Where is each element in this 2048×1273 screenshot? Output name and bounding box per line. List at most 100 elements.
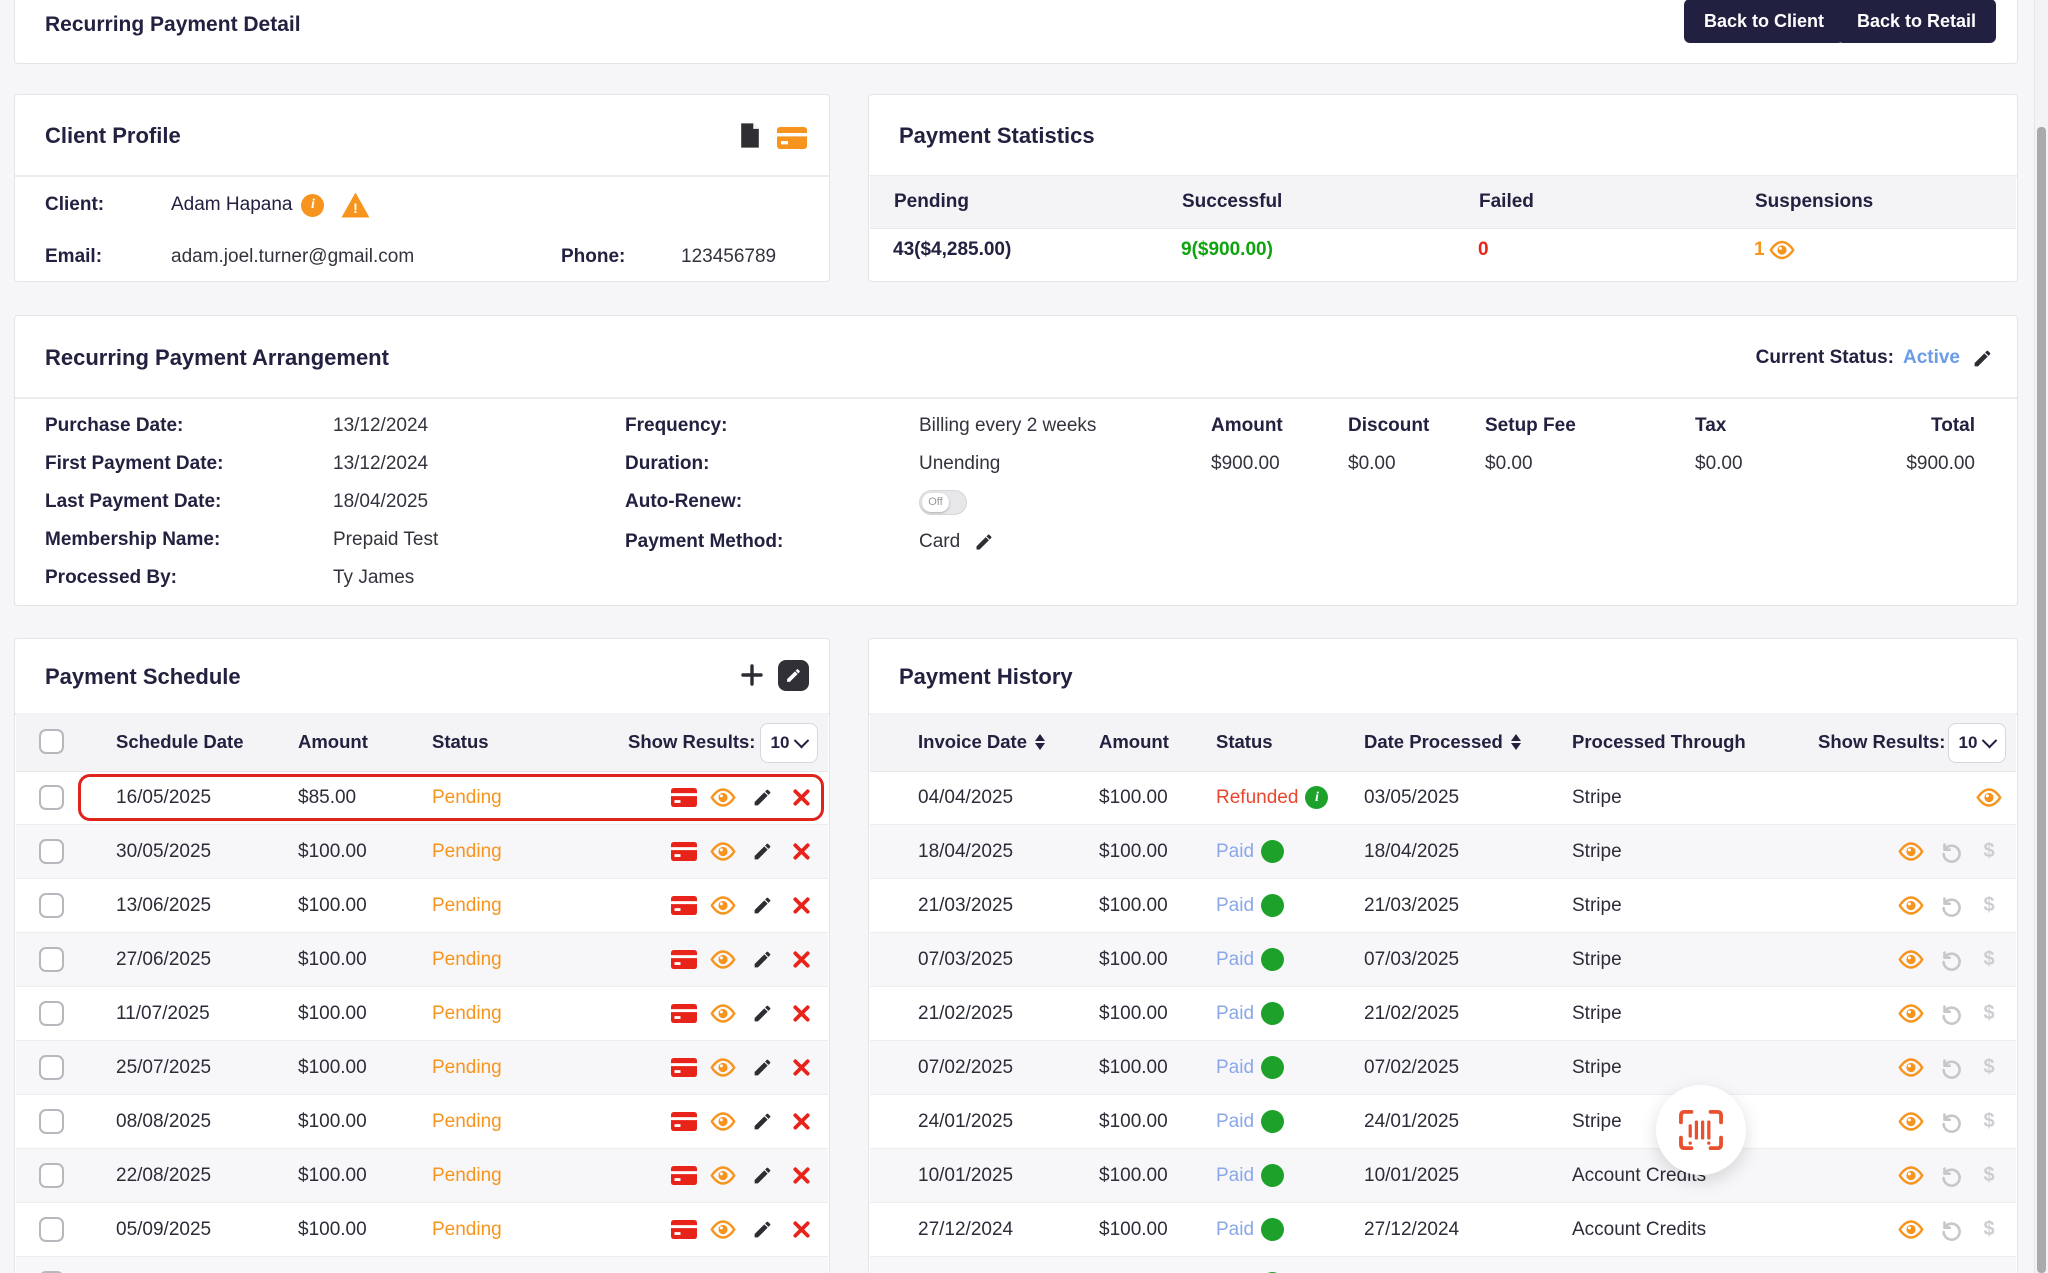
view-eye-icon[interactable] <box>1898 1001 1924 1027</box>
retry-refresh-icon[interactable] <box>1937 1055 1963 1081</box>
col-date-processed[interactable]: Date Processed <box>1364 713 1521 771</box>
charge-card-icon[interactable] <box>671 1163 697 1189</box>
charge-dollar-icon[interactable]: $ <box>1976 947 2002 973</box>
select-all-checkbox[interactable] <box>39 729 64 754</box>
bulk-edit-icon[interactable] <box>778 660 809 691</box>
client-name[interactable]: Adam Hapana <box>171 186 292 224</box>
view-eye-icon[interactable] <box>1898 947 1924 973</box>
retry-refresh-icon[interactable] <box>1937 1001 1963 1027</box>
page-scrollbar-track[interactable] <box>2034 0 2048 1273</box>
refund-info-icon[interactable] <box>1261 948 1285 971</box>
charge-card-icon[interactable] <box>671 1001 697 1027</box>
view-eye-icon[interactable] <box>1898 1217 1924 1243</box>
row-checkbox[interactable] <box>39 947 64 972</box>
sort-date-processed-icon[interactable] <box>1510 734 1521 750</box>
view-eye-icon[interactable] <box>1898 1163 1924 1189</box>
page-scrollbar-thumb[interactable] <box>2037 127 2046 1273</box>
view-eye-icon[interactable] <box>1898 1055 1924 1081</box>
sort-invoice-date-icon[interactable] <box>1035 734 1045 750</box>
view-eye-icon[interactable] <box>710 1217 736 1243</box>
charge-dollar-icon[interactable]: $ <box>1976 839 2002 865</box>
row-checkbox[interactable] <box>39 1001 64 1026</box>
view-eye-icon[interactable] <box>710 1163 736 1189</box>
edit-pencil-icon[interactable] <box>749 785 775 811</box>
charge-dollar-icon[interactable]: $ <box>1976 1217 2002 1243</box>
delete-x-icon[interactable] <box>788 1055 814 1081</box>
client-warning-icon[interactable]: ! <box>341 192 370 218</box>
delete-x-icon[interactable] <box>788 1217 814 1243</box>
refund-info-icon[interactable] <box>1261 1218 1285 1241</box>
refund-info-icon[interactable] <box>1261 1056 1285 1079</box>
show-results-select[interactable]: 10 <box>760 723 818 763</box>
charge-card-icon[interactable] <box>671 1217 697 1243</box>
delete-x-icon[interactable] <box>788 893 814 919</box>
view-eye-icon[interactable] <box>710 839 736 865</box>
history-show-results-select[interactable]: 10 <box>1948 723 2006 763</box>
delete-x-icon[interactable] <box>788 1001 814 1027</box>
view-eye-icon[interactable] <box>710 1109 736 1135</box>
retry-refresh-icon[interactable] <box>1937 1109 1963 1135</box>
refund-info-icon[interactable] <box>1261 1110 1285 1133</box>
refund-info-icon[interactable]: i <box>1305 786 1329 809</box>
charge-dollar-icon[interactable]: $ <box>1976 1055 2002 1081</box>
view-eye-icon[interactable] <box>710 1001 736 1027</box>
view-eye-icon[interactable] <box>1898 839 1924 865</box>
charge-card-icon[interactable] <box>671 1055 697 1081</box>
view-eye-icon[interactable] <box>710 893 736 919</box>
view-eye-icon[interactable] <box>1898 893 1924 919</box>
refund-info-icon[interactable] <box>1261 1002 1285 1025</box>
edit-pencil-icon[interactable] <box>749 1001 775 1027</box>
card-icon[interactable] <box>777 125 807 151</box>
view-eye-icon[interactable] <box>710 1055 736 1081</box>
refund-info-icon[interactable] <box>1261 840 1285 863</box>
edit-pencil-icon[interactable] <box>749 1055 775 1081</box>
charge-dollar-icon[interactable]: $ <box>1976 1001 2002 1027</box>
charge-dollar-icon[interactable]: $ <box>1976 893 2002 919</box>
auto-renew-toggle[interactable]: Off <box>919 489 967 515</box>
charge-dollar-icon[interactable]: $ <box>1976 1163 2002 1189</box>
retry-refresh-icon[interactable] <box>1937 839 1963 865</box>
delete-x-icon[interactable] <box>788 1109 814 1135</box>
charge-dollar-icon[interactable]: $ <box>1976 1109 2002 1135</box>
charge-card-icon[interactable] <box>671 785 697 811</box>
edit-payment-method-pencil-icon[interactable] <box>971 529 997 555</box>
view-eye-icon[interactable] <box>710 947 736 973</box>
row-checkbox[interactable] <box>39 893 64 918</box>
delete-x-icon[interactable] <box>788 1163 814 1189</box>
edit-pencil-icon[interactable] <box>749 839 775 865</box>
edit-pencil-icon[interactable] <box>749 1163 775 1189</box>
retry-refresh-icon[interactable] <box>1937 947 1963 973</box>
retry-refresh-icon[interactable] <box>1937 1217 1963 1243</box>
barcode-scan-button[interactable] <box>1656 1085 1746 1175</box>
row-checkbox[interactable] <box>39 839 64 864</box>
retry-refresh-icon[interactable] <box>1937 893 1963 919</box>
edit-status-pencil-icon[interactable] <box>1969 345 1995 371</box>
row-checkbox[interactable] <box>39 1055 64 1080</box>
row-checkbox[interactable] <box>39 1217 64 1242</box>
retry-refresh-icon[interactable] <box>1937 1163 1963 1189</box>
row-checkbox[interactable] <box>39 1109 64 1134</box>
delete-x-icon[interactable] <box>788 947 814 973</box>
back-to-client-button[interactable]: Back to Client <box>1683 0 1844 43</box>
view-eye-icon[interactable] <box>1898 1109 1924 1135</box>
delete-x-icon[interactable] <box>788 839 814 865</box>
view-eye-icon[interactable] <box>710 785 736 811</box>
edit-pencil-icon[interactable] <box>749 947 775 973</box>
edit-pencil-icon[interactable] <box>749 1109 775 1135</box>
add-schedule-plus-icon[interactable] <box>739 662 765 688</box>
delete-x-icon[interactable] <box>788 785 814 811</box>
col-invoice-date[interactable]: Invoice Date <box>918 713 1045 771</box>
view-eye-icon[interactable] <box>1976 785 2002 811</box>
row-checkbox[interactable] <box>39 1163 64 1188</box>
edit-pencil-icon[interactable] <box>749 1217 775 1243</box>
refund-info-icon[interactable] <box>1261 894 1285 917</box>
charge-card-icon[interactable] <box>671 1109 697 1135</box>
client-info-icon[interactable]: i <box>301 193 325 217</box>
edit-pencil-icon[interactable] <box>749 893 775 919</box>
charge-card-icon[interactable] <box>671 947 697 973</box>
refund-info-icon[interactable] <box>1261 1164 1285 1187</box>
row-checkbox[interactable] <box>39 785 64 810</box>
back-to-retail-button[interactable]: Back to Retail <box>1836 0 1996 43</box>
suspensions-eye-icon[interactable] <box>1768 237 1795 263</box>
charge-card-icon[interactable] <box>671 893 697 919</box>
